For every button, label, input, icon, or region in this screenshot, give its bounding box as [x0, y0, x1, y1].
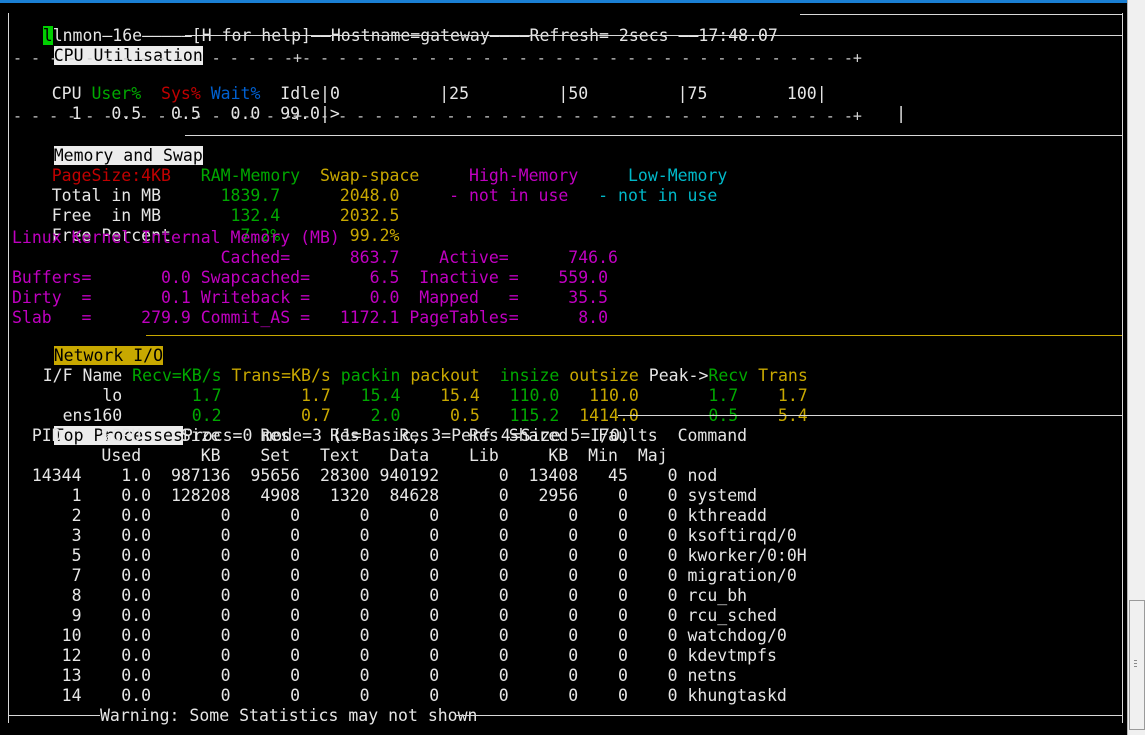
box-right-border	[1122, 13, 1123, 723]
processes-header-2: Used KB Set Text Data Lib KB Min Maj	[12, 446, 668, 465]
table-row: 12 0.0 0 0 0 0 0 0 0 0 kdevtmpfs	[12, 646, 777, 665]
memory-section: Memory and Swap	[14, 126, 203, 165]
memory-total-high: - not in use	[399, 186, 569, 205]
cpu-section-rule	[185, 35, 1122, 36]
memory-row-pct: Free Percent 7.2% 99.2%	[12, 206, 400, 245]
table-row: 9 0.0 0 0 0 0 0 0 0 0 rcu_sched	[12, 606, 777, 625]
footer-warning: Warning: Some Statistics may not shown	[100, 706, 478, 725]
table-row: 5 0.0 0 0 0 0 0 0 0 0 kworker/0:0H	[12, 546, 807, 565]
processes-section: Top ProcessesProcs=0 mode=3 (1=Basic, 3=…	[14, 406, 630, 445]
network-header-row: I/F Name Recv=KB/s Trans=KB/s packin pac…	[3, 346, 808, 385]
cpu-data-row: 1 0.5 0.5 0.0 99.0|> |	[12, 84, 906, 123]
processes-section-rule	[618, 415, 1122, 416]
title-bar: llnmon—16e—————[H for help]——Hostname=ga…	[3, 6, 778, 45]
table-row: 8 0.0 0 0 0 0 0 0 0 0 rcu_bh	[12, 586, 748, 605]
memory-row-total: Total in MB 1839.7 2048.0 - not in use -…	[12, 166, 718, 205]
title-underline-right	[800, 14, 1123, 15]
kernel-memory-row-4: Slab = 279.9 Commit_AS = 1172.1 PageTabl…	[12, 308, 609, 327]
table-row: 14 0.0 0 0 0 0 0 0 0 0 khungtaskd	[12, 686, 787, 705]
kernel-memory-title: Linux Kernel Internal Memory (MB)	[12, 228, 340, 247]
memory-row-free: Free in MB 132.4 2032.5	[12, 186, 400, 225]
network-row-ens160: ens160 0.2 0.7 2.0 0.5 115.2 1414.0 0.5 …	[3, 386, 808, 425]
table-row: 3 0.0 0 0 0 0 0 0 0 0 ksoftirqd/0	[12, 526, 797, 545]
cpu-section: CPU Utilisation	[14, 26, 203, 65]
network-row-lo: lo 1.7 1.7 15.4 15.4 110.0 110.0 1.7 1.7	[3, 366, 807, 405]
memory-header-row: PageSize:4KB RAM-Memory Swap-space High-…	[12, 146, 728, 185]
table-row: 1 0.0 128208 4908 1320 84628 0 2956 0 0 …	[12, 486, 758, 505]
window-top-accent	[0, 0, 1128, 3]
table-row: 14344 1.0 987136 95656 28300 940192 0 13…	[12, 466, 718, 485]
processes-header-1: PID %CPU Size Res Res Res Res Shared Fau…	[12, 426, 748, 445]
kernel-memory-row-3: Dirty = 0.1 Writeback = 0.0 Mapped = 35.…	[12, 288, 609, 307]
network-section: Network I/O	[14, 326, 164, 365]
cpu-sep-bottom: - - - - - - - - - - - - - - - -+- - - - …	[13, 107, 862, 125]
memory-total-low: - not in use	[568, 186, 718, 205]
footer-rule-left	[8, 715, 100, 716]
table-row: 7 0.0 0 0 0 0 0 0 0 0 migration/0	[12, 566, 797, 585]
table-row: 13 0.0 0 0 0 0 0 0 0 0 netns	[12, 666, 738, 685]
table-row: 2 0.0 0 0 0 0 0 0 0 0 kthreadd	[12, 506, 767, 525]
scrollbar-thumb[interactable]	[1129, 600, 1145, 730]
footer-rule-right	[455, 715, 1122, 716]
memory-section-rule	[185, 135, 1122, 136]
table-row: 10 0.0 0 0 0 0 0 0 0 0 watchdog/0	[12, 626, 787, 645]
terminal-window: llnmon—16e—————[H for help]——Hostname=ga…	[0, 0, 1128, 735]
network-section-rule	[146, 335, 1122, 336]
scrollbar-track[interactable]	[1127, 0, 1145, 735]
scrollbar-grip-icon	[1134, 660, 1137, 669]
kernel-memory-row-2: Buffers= 0.0 Swapcached= 6.5 Inactive = …	[12, 268, 609, 287]
kernel-memory-row-1: Cached= 863.7 Active= 746.6	[12, 248, 618, 267]
cpu-header-row: CPU User% Sys% Wait% Idle|0 |25 |50 |75 …	[12, 64, 827, 103]
